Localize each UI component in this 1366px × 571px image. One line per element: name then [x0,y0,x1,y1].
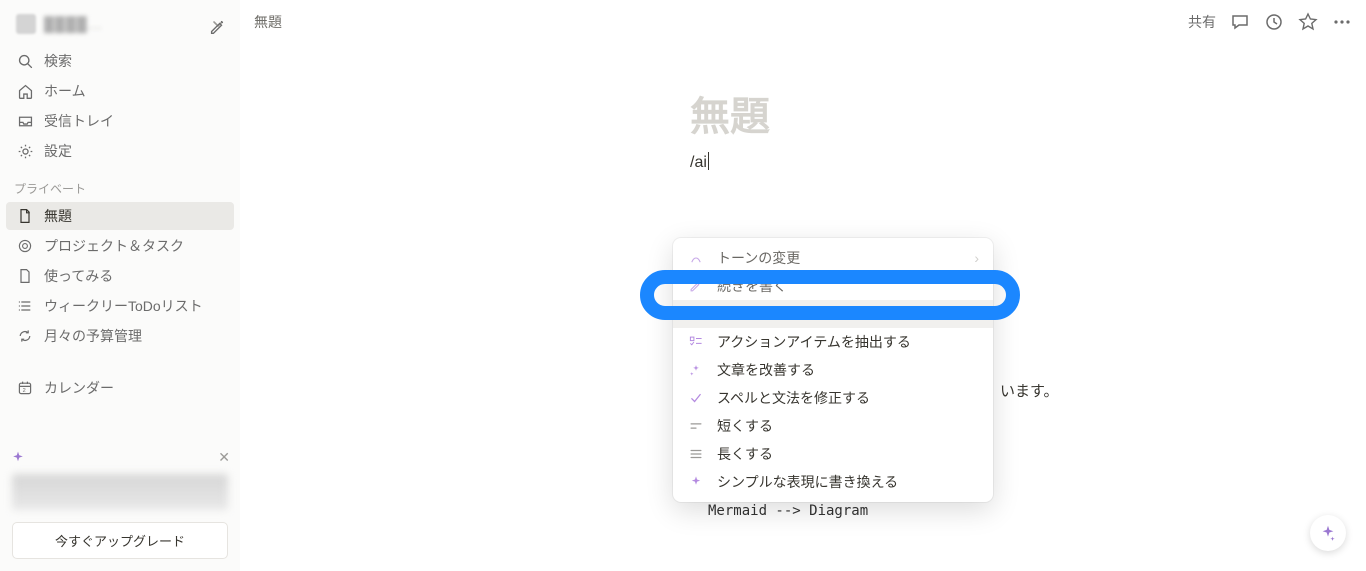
sidebar-home-label: ホーム [44,81,86,101]
sidebar-page-label: 無題 [44,206,72,226]
sidebar-inbox-label: 受信トレイ [44,111,114,131]
sidebar-calendar-label: カレンダー [44,378,114,398]
ai-fab[interactable] [1310,515,1346,551]
sidebar-page-untitled[interactable]: 無題 [6,202,234,230]
close-icon[interactable]: ✕ [218,449,230,466]
ai-item-summarize[interactable]: 要約する ⏎ [673,300,993,328]
sparkle-icon [687,473,705,491]
checklist-icon [687,333,705,351]
ai-item-improve[interactable]: 文章を改善する [673,356,993,384]
ai-item-label: 要約する [717,304,773,324]
sidebar-settings-label: 設定 [44,141,72,161]
ai-item-label: アクションアイテムを抽出する [717,332,911,352]
history-icon[interactable] [1264,12,1284,32]
calendar-icon: 2 [16,379,34,397]
slash-command-input[interactable]: /ai [690,152,1366,172]
sidebar-search[interactable]: 検索 [6,47,234,75]
sidebar-page-label: プロジェクト＆タスク [44,236,184,256]
sidebar-settings[interactable]: 設定 [6,137,234,165]
longer-icon [687,445,705,463]
sidebar-page-label: 月々の予算管理 [44,326,142,346]
ai-item-continue[interactable]: 続きを書く [673,272,993,300]
workspace-icon [16,14,36,34]
sidebar: ████... 検索 ホーム 受信トレイ 設定 プライベート [0,0,240,571]
shorter-icon [687,417,705,435]
sidebar-inbox[interactable]: 受信トレイ [6,107,234,135]
workspace-label: ████... [44,16,204,32]
ai-item-label: 続きを書く [717,276,787,296]
ai-item-shorter[interactable]: 短くする [673,412,993,440]
upgrade-button[interactable]: 今すぐアップグレード [12,522,228,559]
ai-item-simpler[interactable]: シンプルな表現に書き換える [673,468,993,496]
ai-command-popup: トーンの変更 › 続きを書く 要約する ⏎ アクションアイテムを抽出する 文章を… [673,238,993,502]
ai-item-label: シンプルな表現に書き換える [717,472,898,492]
sync-icon [16,327,34,345]
gear-icon [16,142,34,160]
main: 無題 共有 無題 /ai います。 graph TD Mermaid --> D… [240,0,1366,571]
sidebar-page-projects[interactable]: プロジェクト＆タスク [6,232,234,260]
comments-icon[interactable] [1230,12,1250,32]
search-icon [16,52,34,70]
sidebar-calendar[interactable]: 2 カレンダー [6,374,234,402]
ai-item-actionitems[interactable]: アクションアイテムを抽出する [673,328,993,356]
svg-text:2: 2 [23,388,26,394]
new-page-icon[interactable] [208,18,226,36]
ai-item-label: スペルと文法を修正する [717,388,870,408]
tone-icon [687,249,705,267]
target-icon [16,237,34,255]
home-icon [16,82,34,100]
sparkle-icon [10,450,26,466]
sidebar-page-try[interactable]: 使ってみる [6,262,234,290]
ai-item-label: 長くする [717,444,773,464]
sparkles-icon [687,361,705,379]
workspace-switcher[interactable]: ████... [8,8,232,40]
section-private-label: プライベート [0,166,240,201]
doc-icon [16,207,34,225]
inbox-icon [16,112,34,130]
ai-item-label: 文章を改善する [717,360,815,380]
sidebar-page-weekly[interactable]: ウィークリーToDoリスト [6,292,234,320]
star-icon[interactable] [1298,12,1318,32]
more-icon[interactable] [1332,12,1352,32]
ai-item-label: トーンの変更 [717,248,800,268]
list-icon [16,297,34,315]
ai-item-tone[interactable]: トーンの変更 › [673,244,993,272]
sidebar-page-label: ウィークリーToDoリスト [44,296,203,316]
pencil-icon [687,277,705,295]
check-icon [687,389,705,407]
sidebar-home[interactable]: ホーム [6,77,234,105]
ai-item-longer[interactable]: 長くする [673,440,993,468]
page-title[interactable]: 無題 [690,84,1366,142]
sidebar-ai[interactable]: ✕ [0,443,240,472]
sidebar-page-budget[interactable]: 月々の予算管理 [6,322,234,350]
share-button[interactable]: 共有 [1188,12,1216,32]
doc-icon [16,267,34,285]
redacted-block [12,474,228,510]
enter-icon: ⏎ [967,306,979,323]
chevron-right-icon: › [974,250,979,266]
summarize-icon [687,305,705,323]
sidebar-search-label: 検索 [44,51,72,71]
doc-body-fragment: います。 [1000,380,1059,401]
code-text: Mermaid --> Diagram [708,500,868,524]
ai-item-label: 短くする [717,416,773,436]
topbar: 無題 共有 [240,0,1366,44]
breadcrumb-title[interactable]: 無題 [254,12,282,32]
ai-item-spelling[interactable]: スペルと文法を修正する [673,384,993,412]
sidebar-page-label: 使ってみる [44,266,113,286]
